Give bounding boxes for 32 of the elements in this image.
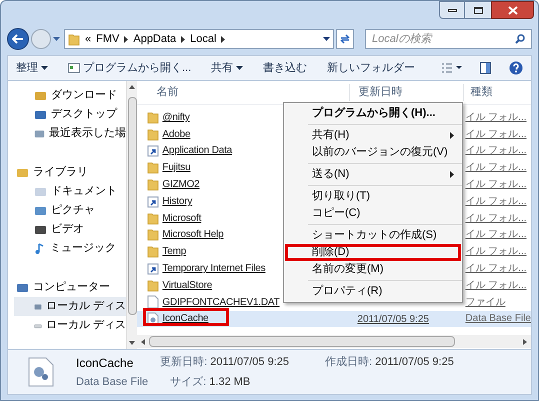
file-name: @nifty [162,110,190,125]
file-name: Fujitsu [162,161,190,176]
detail-field: サイズ: 1.32 MB [170,374,250,390]
file-type: イル フォル... [465,278,527,293]
file-name: Application Data [162,144,232,158]
file-name: IconCache [76,354,134,372]
detail-field: 更新日時: 2011/07/05 9:25 [160,354,289,372]
file-type: Data Base File [76,374,148,390]
file-name: VirtualStore [162,278,212,293]
detail-field: 作成日時: 2011/07/05 9:25 [324,354,454,372]
file-type: イル フォル... [465,144,527,158]
file-type: イル フォル... [465,110,527,125]
file-type: イル フォル... [465,161,527,176]
file-type: イル フォル... [465,212,527,226]
file-name: Adobe [162,128,190,142]
file-name: GDIPFONTCACHEV1.DAT [162,296,280,310]
file-type: Data Base File [465,312,531,326]
file-name: GIZMO2 [162,178,200,192]
file-name: Temp [162,245,186,260]
file-type: ファイル [465,296,506,310]
file-date: 2011/07/05 9:25 [357,314,429,325]
file-name: Microsoft [162,212,202,226]
file-type: イル フォル... [465,228,527,242]
file-type: イル フォル... [465,194,527,209]
file-name: Temporary Internet Files [162,262,266,276]
file-name: IconCache [162,312,208,326]
file-type: イル フォル... [465,178,527,192]
file-name: Microsoft Help [162,228,224,242]
file-name: History [162,194,192,209]
file-type: イル フォル... [465,128,527,142]
file-type: イル フォル... [465,245,527,260]
file-type: イル フォル... [465,262,527,276]
